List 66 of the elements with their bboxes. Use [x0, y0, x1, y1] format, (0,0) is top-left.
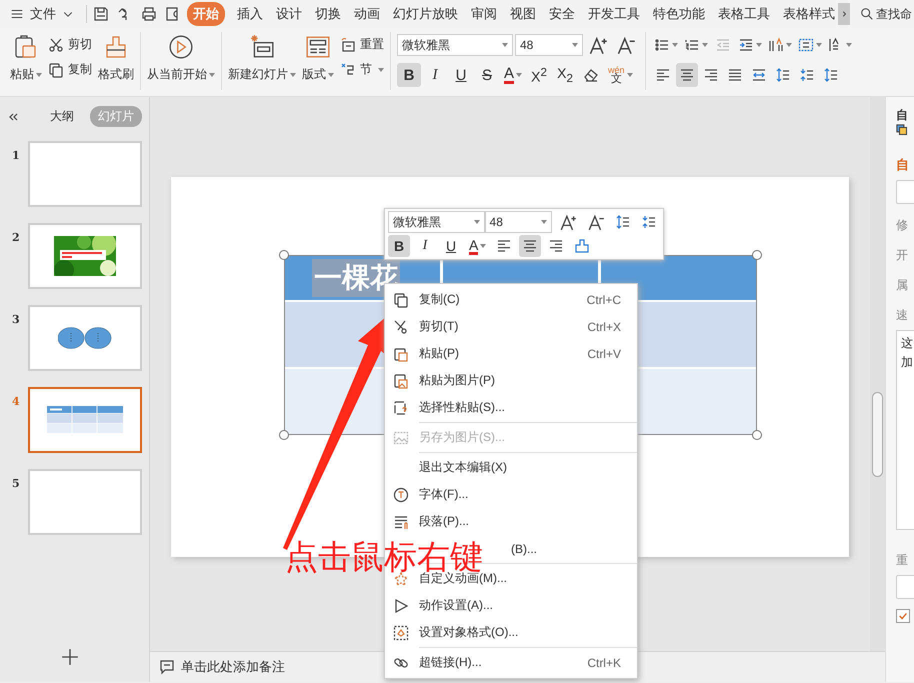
font-color-button[interactable]: A [501, 63, 526, 87]
italic-button[interactable]: I [414, 235, 436, 257]
list-text: 这 [901, 335, 914, 352]
ribbon-tab[interactable]: 视图 [509, 2, 537, 26]
ribbon-tab[interactable]: 插入 [236, 2, 264, 26]
pane-label: 重 [896, 552, 908, 569]
menu-item[interactable]: 剪切(T) Ctrl+X [385, 313, 637, 340]
menu-item[interactable]: 粘贴(P) Ctrl+V [385, 340, 637, 367]
underline-button[interactable]: U [449, 63, 473, 87]
menu-item[interactable]: 退出文本编辑(X) [385, 454, 637, 481]
font-family-field[interactable]: 微软雅黑 [388, 211, 485, 233]
reset-button[interactable]: 重置 [340, 36, 384, 53]
script-button[interactable]: X$_{2}$ [553, 63, 578, 87]
menu-item[interactable]: 选择性粘贴(S)... [385, 394, 637, 421]
italic-button[interactable]: I [423, 63, 447, 87]
font-size-field[interactable]: 48 [515, 34, 583, 56]
ribbon-tab[interactable]: 动画 [353, 2, 381, 26]
bold-button[interactable]: B [388, 235, 410, 257]
menu-item[interactable]: 粘贴为图片(P) [385, 367, 637, 394]
slide-number: 2 [12, 230, 20, 244]
phonetic-guide-button[interactable]: wén 文 [605, 63, 636, 87]
file-menu[interactable]: 文件 [8, 3, 80, 25]
slide-number: 5 [12, 476, 20, 490]
font-color-button[interactable]: A [466, 235, 490, 257]
menu-item[interactable]: 段落(P)... [385, 508, 637, 535]
font-family-field[interactable]: 微软雅黑 [397, 34, 513, 56]
ribbon-tab[interactable]: 审阅 [470, 2, 498, 26]
menu-item[interactable]: 动作设置(A)... [385, 592, 637, 619]
new-slide-button[interactable]: 新建幻灯片 [228, 32, 296, 83]
cut-button[interactable]: 剪切 [48, 36, 92, 53]
ribbon-tab[interactable]: 切换 [314, 2, 342, 26]
notes-placeholder[interactable]: 单击此处添加备注 [181, 658, 285, 676]
strikethrough-button[interactable]: S [475, 63, 499, 87]
pane-label: 属 [896, 277, 908, 294]
ribbon-tab[interactable]: 开发工具 [587, 2, 641, 26]
menu-item[interactable]: 字体(F)... [385, 481, 637, 508]
ribbon-tab[interactable]: 特色功能 [652, 2, 706, 26]
pane-label: 速 [896, 307, 908, 324]
pane-label: 修 [896, 217, 908, 234]
paste-button[interactable]: 粘贴 [10, 32, 42, 83]
ribbon-tab[interactable]: 安全 [548, 2, 576, 26]
ribbon-tab[interactable]: 幻灯片放映 [392, 2, 459, 26]
slide-number: 1 [12, 148, 20, 162]
ribbon-tab[interactable]: 设计 [275, 2, 303, 26]
pane-title: 自 [896, 107, 908, 124]
slide-number: 3 [12, 312, 20, 326]
section-button[interactable]: 节 [340, 61, 384, 78]
animation-list[interactable]: 这 加 [896, 330, 914, 530]
font-size-field[interactable]: 48 [484, 211, 552, 233]
pane-label: 开 [896, 247, 908, 264]
list-text: 加 [901, 354, 914, 371]
ribbon-tab[interactable]: 表格工具 [717, 2, 771, 26]
ribbon-tab[interactable]: 表格样式 [782, 2, 836, 26]
play-from-current-button[interactable]: 从当前开始 [147, 32, 215, 83]
slide-number: 4 [12, 394, 20, 408]
layout-button[interactable]: 版式 [302, 32, 334, 83]
script-button[interactable]: X$^{2}$ [527, 63, 552, 87]
format-painter-button[interactable]: 格式刷 [98, 32, 134, 83]
menu-item[interactable]: 设置对象格式(O)... [385, 619, 637, 646]
copy-button[interactable]: 复制 [48, 61, 92, 78]
pane-heading: 自 [896, 156, 909, 174]
menu-item[interactable]: 超链接(H)... Ctrl+K [385, 649, 637, 676]
underline-button[interactable]: U [440, 235, 462, 257]
view-toggle[interactable]: 大纲 [42, 106, 82, 127]
search-command[interactable]: 查找命 [860, 6, 914, 22]
bold-button[interactable]: B [397, 63, 421, 87]
